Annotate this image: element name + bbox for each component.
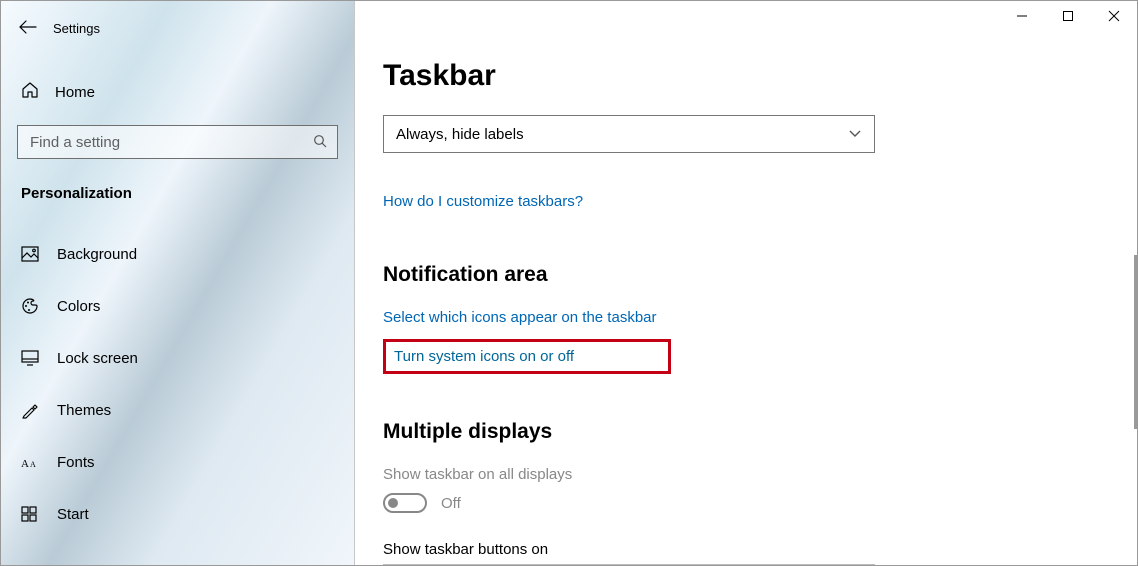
sidebar-item-home[interactable]: Home (1, 77, 354, 107)
svg-text:A: A (21, 458, 29, 470)
chevron-down-icon (848, 126, 862, 143)
home-icon (21, 81, 39, 103)
sidebar-item-label: Lock screen (57, 350, 138, 367)
help-link[interactable]: How do I customize taskbars? (383, 193, 583, 210)
app-title: Settings (53, 21, 100, 36)
search-icon (313, 134, 327, 151)
sidebar-item-lockscreen[interactable]: Lock screen (1, 332, 354, 384)
show-all-displays-toggle[interactable] (383, 493, 427, 513)
sidebar-item-themes[interactable]: Themes (1, 384, 354, 436)
sidebar-item-label: Themes (57, 402, 111, 419)
sidebar: Settings Home Personalization Background (1, 1, 355, 565)
select-icons-link[interactable]: Select which icons appear on the taskbar (383, 309, 657, 326)
colors-icon (21, 297, 41, 315)
themes-icon (21, 401, 41, 419)
sidebar-item-start[interactable]: Start (1, 488, 354, 540)
svg-text:A: A (30, 460, 36, 469)
sidebar-item-label: Colors (57, 298, 100, 315)
background-icon (21, 246, 41, 262)
page-title: Taskbar (383, 59, 1137, 93)
content-pane: Taskbar Always, hide labels How do I cus… (355, 1, 1137, 565)
show-all-displays-label: Show taskbar on all displays (383, 466, 1137, 483)
sidebar-item-fonts[interactable]: AA Fonts (1, 436, 354, 488)
search-input[interactable] (17, 125, 338, 159)
lockscreen-icon (21, 350, 41, 366)
section-multiple-displays: Multiple displays (383, 420, 1137, 444)
show-buttons-on-label: Show taskbar buttons on (383, 541, 1137, 558)
sidebar-item-label: Start (57, 506, 89, 523)
scrollbar[interactable] (1134, 255, 1137, 429)
section-notification-area: Notification area (383, 263, 1137, 287)
sidebar-item-colors[interactable]: Colors (1, 280, 354, 332)
sidebar-section-label: Personalization (21, 185, 354, 202)
sidebar-nav: Background Colors Lock screen Themes (1, 228, 354, 540)
back-icon[interactable] (19, 20, 37, 37)
system-icons-link-label: Turn system icons on or off (394, 348, 574, 365)
combo-value: Always, hide labels (396, 126, 524, 143)
sidebar-item-background[interactable]: Background (1, 228, 354, 280)
combo-divider (383, 564, 875, 565)
system-icons-link-highlighted[interactable]: Turn system icons on or off (383, 339, 671, 374)
toggle-state-label: Off (441, 495, 461, 512)
sidebar-item-label: Fonts (57, 454, 95, 471)
taskbar-labels-combo[interactable]: Always, hide labels (383, 115, 875, 153)
home-label: Home (55, 84, 95, 101)
sidebar-item-label: Background (57, 246, 137, 263)
start-icon (21, 506, 41, 522)
toggle-knob (388, 498, 398, 508)
search-field[interactable] (28, 133, 313, 152)
fonts-icon: AA (21, 454, 41, 470)
